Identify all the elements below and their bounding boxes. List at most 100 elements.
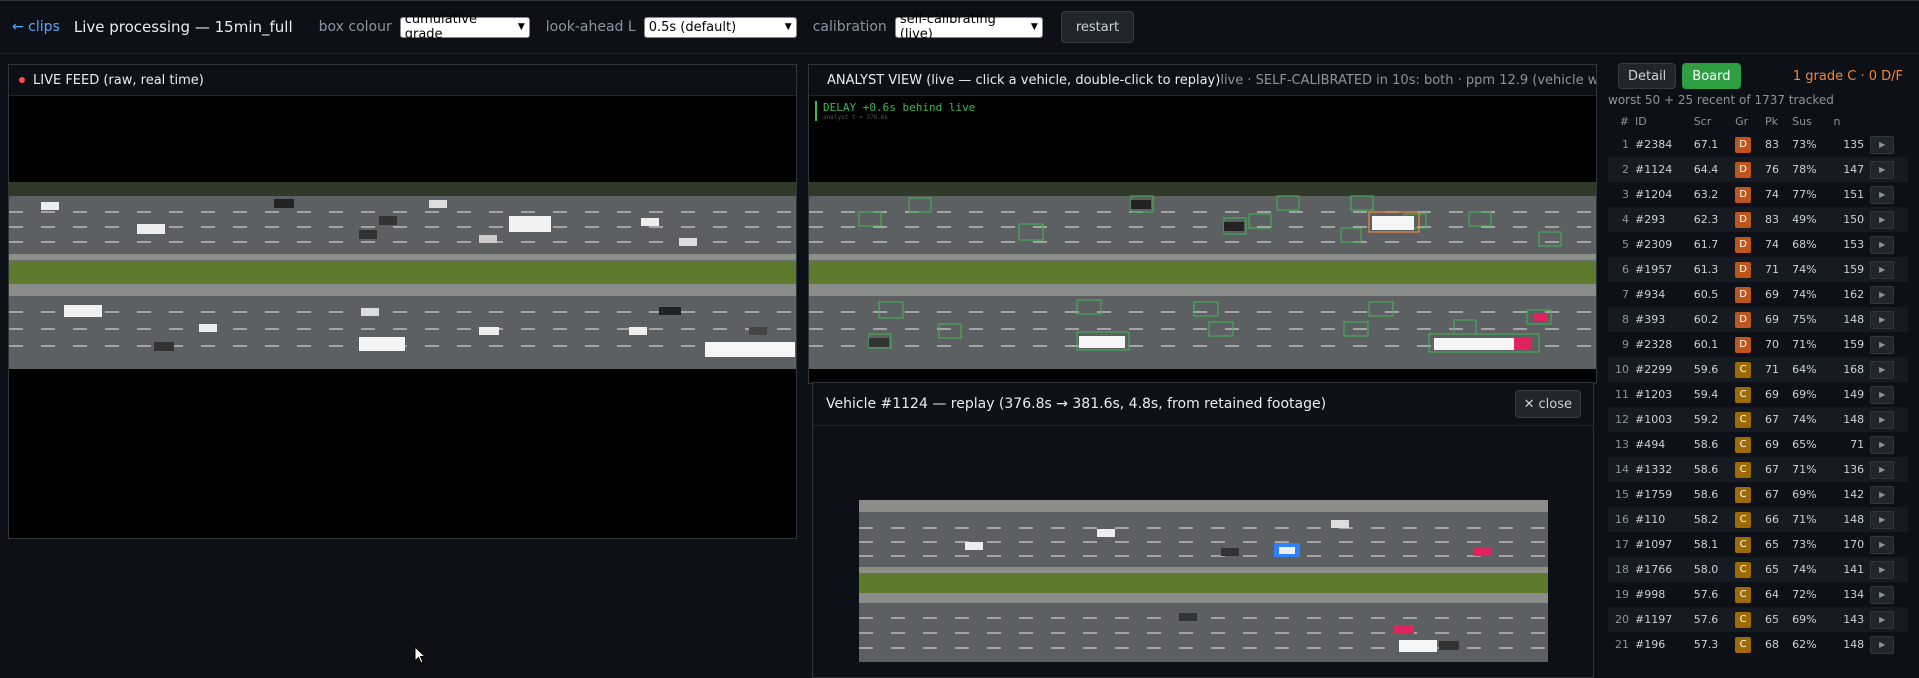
cell-n: 71	[1850, 438, 1865, 451]
play-replay-icon[interactable]: ▶	[1870, 335, 1895, 354]
play-replay-icon[interactable]: ▶	[1870, 485, 1895, 504]
lookahead-select[interactable]: 0.5s (default) ▼	[643, 16, 797, 38]
cell-peak: 67	[1765, 488, 1779, 501]
play-replay-icon[interactable]: ▶	[1870, 135, 1895, 154]
cell-peak: 76	[1765, 163, 1779, 176]
table-row[interactable]: 1 #2384 67.1 D 83 73% 135 ▶	[1608, 132, 1908, 157]
tab-detail[interactable]: Detail	[1618, 63, 1677, 89]
grade-badge: D	[1735, 286, 1752, 303]
grade-badge: D	[1735, 211, 1752, 228]
table-row[interactable]: 16 #110 58.2 C 66 71% 148 ▶	[1608, 507, 1908, 532]
table-row[interactable]: 19 #998 57.6 C 64 72% 134 ▶	[1608, 582, 1908, 607]
play-replay-icon[interactable]: ▶	[1870, 235, 1895, 254]
close-button[interactable]: ✕ close	[1514, 390, 1581, 418]
cell-rank: 6	[1622, 263, 1629, 276]
table-row[interactable]: 7 #934 60.5 D 69 74% 162 ▶	[1608, 282, 1908, 307]
replay-video-frame[interactable]	[859, 500, 1548, 662]
cell-id: #393	[1635, 313, 1666, 326]
box-colour-select[interactable]: cumulative grade ▼	[399, 12, 530, 42]
cell-peak: 71	[1765, 363, 1779, 376]
play-replay-icon[interactable]: ▶	[1870, 535, 1895, 554]
play-replay-icon[interactable]: ▶	[1870, 610, 1895, 629]
cell-peak: 68	[1765, 638, 1779, 651]
table-row[interactable]: 17 #1097 58.1 C 65 73% 170 ▶	[1608, 532, 1908, 557]
cell-peak: 70	[1765, 338, 1779, 351]
table-row[interactable]: 13 #494 58.6 C 69 65% 71 ▶	[1608, 432, 1908, 457]
cell-sus: 69%	[1792, 613, 1817, 626]
sidebar-tabs: Detail Board 1 grade C · 0 D/F	[1606, 62, 1919, 90]
table-row[interactable]: 3 #1204 63.2 D 74 77% 151 ▶	[1608, 182, 1908, 207]
cell-n: 147	[1843, 163, 1865, 176]
restart-button[interactable]: restart	[1060, 11, 1135, 43]
chevron-down-icon: ▼	[517, 22, 525, 32]
table-row[interactable]: 5 #2309 61.7 D 74 68% 153 ▶	[1608, 232, 1908, 257]
play-replay-icon[interactable]: ▶	[1870, 160, 1895, 179]
play-replay-icon[interactable]: ▶	[1870, 410, 1895, 429]
cell-sus: 68%	[1792, 238, 1817, 251]
cell-n: 143	[1843, 613, 1865, 626]
cell-id: #1204	[1635, 188, 1673, 201]
cell-score: 63.2	[1693, 188, 1719, 201]
cell-rank: 18	[1615, 563, 1629, 576]
analyst-video-frame[interactable]	[809, 182, 1596, 369]
play-replay-icon[interactable]: ▶	[1870, 510, 1895, 529]
play-replay-icon[interactable]: ▶	[1870, 560, 1895, 579]
table-row[interactable]: 11 #1203 59.4 C 69 69% 149 ▶	[1608, 382, 1908, 407]
table-row[interactable]: 15 #1759 58.6 C 67 69% 142 ▶	[1608, 482, 1908, 507]
play-replay-icon[interactable]: ▶	[1870, 310, 1895, 329]
cell-score: 58.6	[1693, 438, 1719, 451]
play-replay-icon[interactable]: ▶	[1870, 435, 1895, 454]
cell-n: 148	[1843, 513, 1865, 526]
play-replay-icon[interactable]: ▶	[1870, 285, 1895, 304]
table-row[interactable]: 2 #1124 64.4 D 76 78% 147 ▶	[1608, 157, 1908, 182]
board-body: 1 #2384 67.1 D 83 73% 135 ▶ 2 #1124 64.4 D 76 78% 147 ▶…	[1608, 132, 1908, 657]
play-replay-icon[interactable]: ▶	[1870, 460, 1895, 479]
cell-id: #494	[1635, 438, 1666, 451]
cell-play: ▶	[1867, 557, 1908, 582]
play-replay-icon[interactable]: ▶	[1870, 585, 1895, 604]
cell-score: 57.6	[1693, 588, 1719, 601]
col-id: ID	[1635, 114, 1647, 128]
delay-text: DELAY +0.6s behind live	[823, 101, 976, 114]
cell-score: 60.1	[1693, 338, 1719, 351]
cell-play: ▶	[1867, 407, 1908, 432]
cell-n: 136	[1843, 463, 1865, 476]
calibration-select[interactable]: self-calibrating (live) ▼	[894, 12, 1043, 42]
table-row[interactable]: 12 #1003 59.2 C 67 74% 148 ▶	[1608, 407, 1908, 432]
calibration-status: live · SELF-CALIBRATED in 10s: both · pp…	[1220, 72, 1596, 88]
play-replay-icon[interactable]: ▶	[1870, 185, 1895, 204]
board-subtitle: worst 50 + 25 recent of 1737 tracked	[1608, 93, 1834, 107]
play-replay-icon[interactable]: ▶	[1870, 260, 1895, 279]
play-replay-icon[interactable]: ▶	[1870, 210, 1895, 229]
cell-id: #1759	[1635, 488, 1673, 501]
play-replay-icon[interactable]: ▶	[1870, 635, 1895, 654]
cell-rank: 21	[1615, 638, 1629, 651]
play-replay-icon[interactable]: ▶	[1870, 385, 1895, 404]
table-row[interactable]: 6 #1957 61.3 D 71 74% 159 ▶	[1608, 257, 1908, 282]
cell-grade: C	[1732, 407, 1762, 432]
cell-grade: C	[1732, 607, 1762, 632]
play-replay-icon[interactable]: ▶	[1870, 360, 1895, 379]
table-row[interactable]: 8 #393 60.2 D 69 75% 148 ▶	[1608, 307, 1908, 332]
cell-rank: 13	[1615, 438, 1629, 451]
live-video-frame[interactable]	[9, 182, 796, 369]
back-to-clips-link[interactable]: ← clips	[12, 19, 60, 35]
replay-header: Vehicle #1124 — replay (376.8s → 381.6s,…	[813, 383, 1593, 426]
delay-subtext: analyst t = 376.6s	[823, 114, 889, 121]
cell-sus: 64%	[1792, 363, 1817, 376]
cell-peak: 65	[1765, 563, 1779, 576]
table-row[interactable]: 9 #2328 60.1 D 70 71% 159 ▶	[1608, 332, 1908, 357]
live-feed-title: LIVE FEED (raw, real time)	[33, 72, 204, 88]
table-row[interactable]: 18 #1766 58.0 C 65 74% 141 ▶	[1608, 557, 1908, 582]
table-row[interactable]: 20 #1197 57.6 C 65 69% 143 ▶	[1608, 607, 1908, 632]
table-row[interactable]: 21 #196 57.3 C 68 62% 148 ▶	[1608, 632, 1908, 657]
lookahead-value: 0.5s (default)	[648, 19, 737, 35]
table-row[interactable]: 10 #2299 59.6 C 71 64% 168 ▶	[1608, 357, 1908, 382]
cell-grade: D	[1732, 157, 1762, 182]
table-row[interactable]: 4 #293 62.3 D 83 49% 150 ▶	[1608, 207, 1908, 232]
tab-board[interactable]: Board	[1682, 63, 1741, 89]
table-row[interactable]: 14 #1332 58.6 C 67 71% 136 ▶	[1608, 457, 1908, 482]
cell-id: #1124	[1635, 163, 1673, 176]
cell-id: #1003	[1635, 413, 1673, 426]
cell-rank: 16	[1615, 513, 1629, 526]
